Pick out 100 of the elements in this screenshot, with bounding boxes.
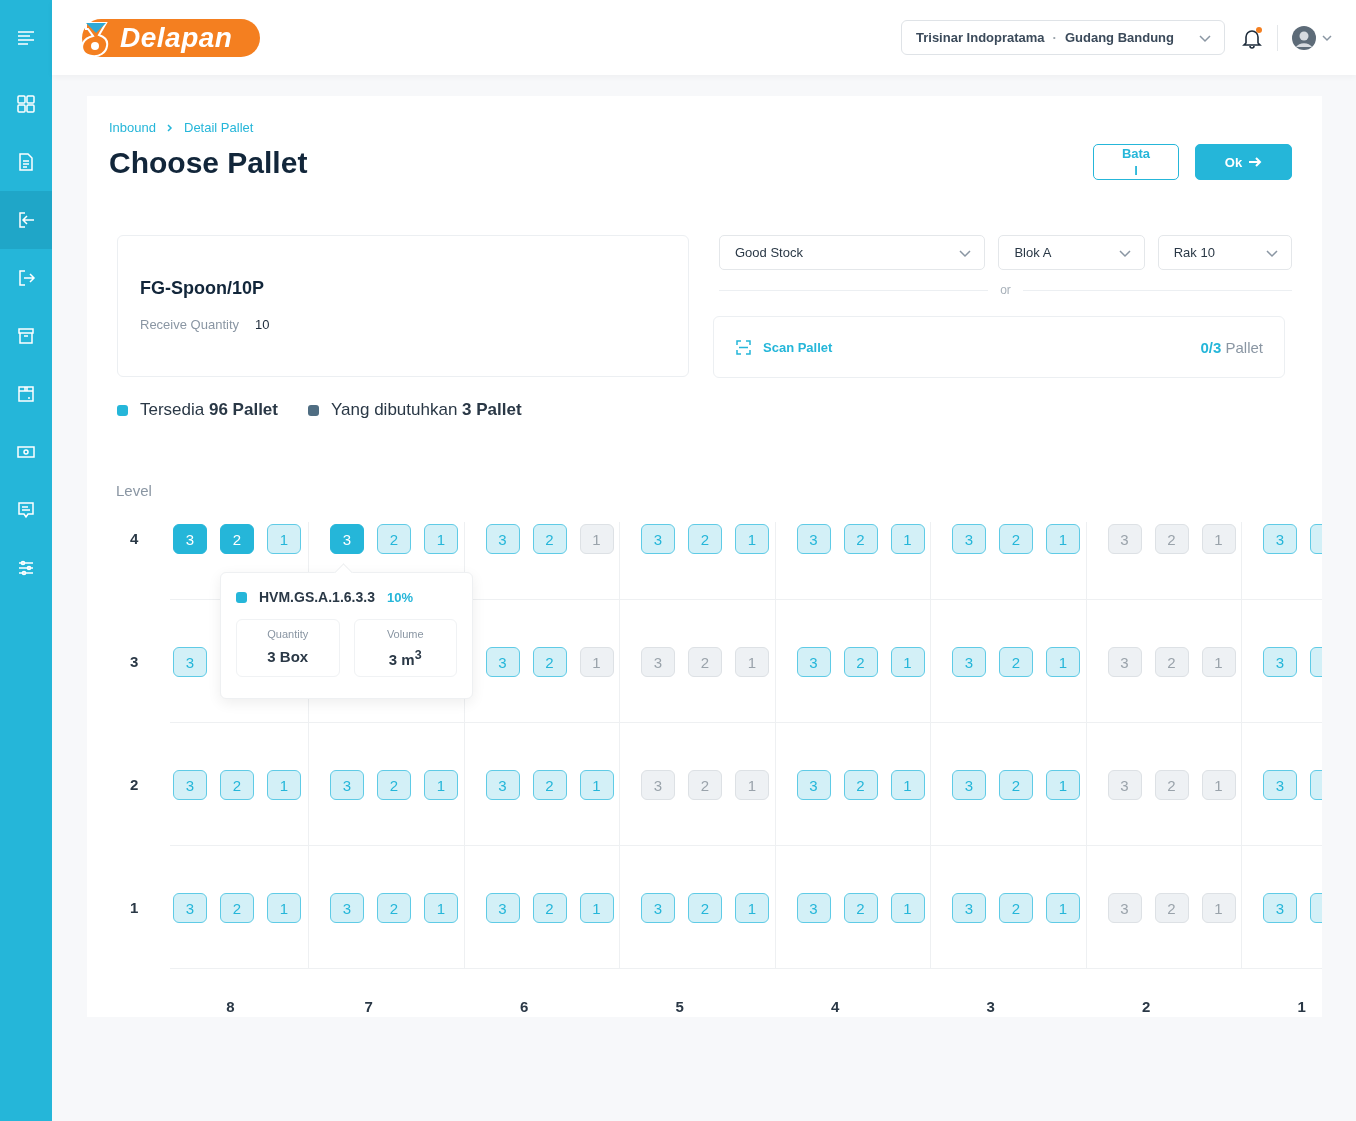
pallet-slot[interactable]: 3 xyxy=(952,524,986,554)
pallet-slot[interactable]: 3 xyxy=(796,770,831,800)
pallet-slot[interactable]: 1 xyxy=(890,647,925,677)
pallet-slot[interactable]: 2 xyxy=(220,770,254,800)
pallet-slot[interactable]: 2 xyxy=(688,893,722,923)
pallet-slot[interactable]: 1 xyxy=(267,524,301,554)
pallet-slot[interactable]: 1 xyxy=(735,524,769,554)
pallet-slot[interactable]: 2 xyxy=(843,524,878,554)
pallet-slot[interactable]: 2 xyxy=(1154,893,1189,923)
avatar-icon[interactable] xyxy=(1292,25,1316,50)
pallet-slot[interactable]: 2 xyxy=(999,524,1033,554)
pallet-slot[interactable]: 3 xyxy=(1107,524,1142,554)
pallet-slot[interactable]: 1 xyxy=(1046,770,1080,800)
page-title: Choose Pallet xyxy=(109,146,308,180)
pallet-slot[interactable]: 2 xyxy=(1154,770,1189,800)
pallet-slot[interactable]: 1 xyxy=(1046,893,1080,923)
pallet-slot[interactable]: 3 xyxy=(1107,770,1142,800)
pallet-slot[interactable]: 3 xyxy=(796,647,831,677)
pallet-slot[interactable]: 2 xyxy=(688,524,722,554)
pallet-slot[interactable]: 2 xyxy=(532,524,567,554)
pallet-slot[interactable]: 1 xyxy=(1201,770,1236,800)
pallet-slot[interactable]: 2 xyxy=(377,524,411,554)
pallet-slot[interactable]: 2 xyxy=(220,524,254,554)
pallet-slot[interactable]: 3 xyxy=(1107,647,1142,677)
sidebar-item[interactable] xyxy=(0,191,52,249)
pallet-slot[interactable]: 2 xyxy=(1154,647,1189,677)
pallet-slot[interactable]: 2 xyxy=(1154,524,1189,554)
pallet-slot[interactable]: 3 xyxy=(485,647,520,677)
cancel-button[interactable]: Batal xyxy=(1093,144,1179,180)
pallet-slot[interactable]: 2 xyxy=(220,893,254,923)
pallet-slot[interactable]: 2 xyxy=(843,770,878,800)
company-dropdown[interactable]: Trisinar Indopratama · Gudang Bandung xyxy=(901,20,1225,55)
pallet-slot[interactable]: 3 xyxy=(173,770,207,800)
pallet-slot[interactable]: 3 xyxy=(952,893,986,923)
pallet-slot[interactable]: 2 xyxy=(377,893,411,923)
pallet-slot[interactable]: 3 xyxy=(330,770,364,800)
pallet-slot[interactable]: 3 xyxy=(1263,770,1297,800)
pallet-slot[interactable]: 3 xyxy=(641,770,675,800)
pallet-slot[interactable]: 3 xyxy=(330,524,364,554)
pallet-slot[interactable]: 2 xyxy=(532,770,567,800)
pallet-slot[interactable]: 1 xyxy=(424,770,458,800)
filter-dropdown[interactable]: Good Stock xyxy=(719,235,986,270)
pallet-slot[interactable]: 1 xyxy=(1201,893,1236,923)
pallet-slot[interactable]: 2 xyxy=(688,647,722,677)
notification-button[interactable] xyxy=(1241,26,1263,49)
stat-label: Quantity xyxy=(266,628,310,640)
pallet-slot[interactable]: 1 xyxy=(735,647,769,677)
pallet-slot[interactable]: 1 xyxy=(735,770,769,800)
pallet-slot[interactable]: 1 xyxy=(1201,524,1236,554)
pallet-slot[interactable]: 3 xyxy=(1107,893,1142,923)
pallet-slot[interactable]: 3 xyxy=(641,647,675,677)
pallet-slot[interactable]: 1 xyxy=(424,524,458,554)
pallet-slot[interactable]: 3 xyxy=(330,893,364,923)
filter-dropdown[interactable]: Rak 10 xyxy=(1157,235,1292,270)
pallet-slot[interactable]: 3 xyxy=(485,524,520,554)
pallet-slot[interactable]: 3 xyxy=(796,524,831,554)
pallet-slot[interactable]: 3 xyxy=(1263,893,1297,923)
pallet-slot[interactable]: 3 xyxy=(952,647,986,677)
pallet-slot[interactable]: 3 xyxy=(485,770,520,800)
pallet-slot[interactable]: 2 xyxy=(843,893,878,923)
filter-dropdown[interactable]: Blok A xyxy=(998,235,1145,270)
pallet-slot[interactable]: 1 xyxy=(1046,524,1080,554)
pallet-slot[interactable]: 1 xyxy=(890,524,925,554)
chevron-down-icon[interactable] xyxy=(1322,32,1332,43)
pallet-slot[interactable]: 1 xyxy=(1201,647,1236,677)
ok-button[interactable]: Ok xyxy=(1195,144,1292,180)
logo-badge[interactable]: Delapan xyxy=(82,18,260,57)
pallet-slot[interactable]: 2 xyxy=(377,770,411,800)
pallet-slot[interactable]: 2 xyxy=(999,770,1033,800)
pallet-slot[interactable]: 3 xyxy=(641,893,675,923)
pallet-slot[interactable]: 1 xyxy=(424,893,458,923)
pallet-slot[interactable]: 1 xyxy=(579,524,614,554)
pallet-slot[interactable]: 3 xyxy=(1263,647,1297,677)
pallet-slot[interactable]: 2 xyxy=(688,770,722,800)
pallet-slot[interactable]: 3 xyxy=(796,893,831,923)
pallet-slot[interactable]: 2 xyxy=(532,647,567,677)
pallet-slot[interactable]: 1 xyxy=(1046,647,1080,677)
breadcrumb-link[interactable]: Detail Pallet xyxy=(184,119,254,135)
pallet-slot[interactable]: 1 xyxy=(890,770,925,800)
pallet-slot[interactable]: 1 xyxy=(579,647,614,677)
pallet-slot[interactable]: 3 xyxy=(952,770,986,800)
breadcrumb-link[interactable]: Inbound xyxy=(109,119,156,135)
pallet-slot[interactable]: 2 xyxy=(843,647,878,677)
pallet-slot[interactable]: 1 xyxy=(890,893,925,923)
pallet-slot[interactable]: 1 xyxy=(267,770,301,800)
pallet-slot[interactable]: 3 xyxy=(173,524,207,554)
pallet-slot[interactable]: 3 xyxy=(173,647,207,677)
pallet-slot[interactable]: 2 xyxy=(999,647,1033,677)
scan-pallet-link[interactable]: Scan Pallet xyxy=(736,339,833,355)
pallet-slot[interactable]: 2 xyxy=(999,893,1033,923)
arrow-right-icon xyxy=(1248,155,1263,169)
pallet-slot[interactable]: 1 xyxy=(579,770,614,800)
pallet-slot[interactable]: 1 xyxy=(267,893,301,923)
pallet-slot[interactable]: 3 xyxy=(641,524,675,554)
pallet-slot[interactable]: 3 xyxy=(485,893,520,923)
pallet-slot[interactable]: 1 xyxy=(735,893,769,923)
pallet-slot[interactable]: 3 xyxy=(173,893,207,923)
pallet-slot[interactable]: 2 xyxy=(532,893,567,923)
pallet-slot[interactable]: 3 xyxy=(1263,524,1297,554)
pallet-slot[interactable]: 1 xyxy=(579,893,614,923)
